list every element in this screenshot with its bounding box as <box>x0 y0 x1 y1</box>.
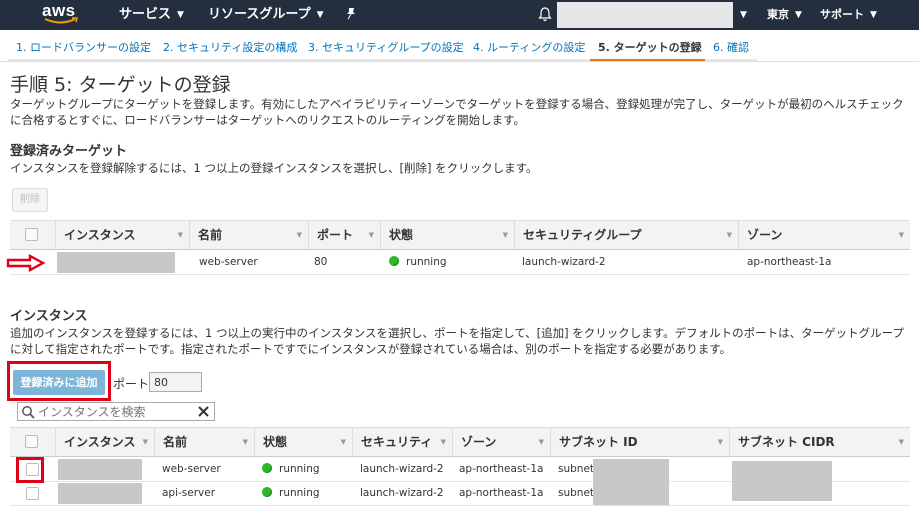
row-zone: ap-northeast-1a <box>459 463 544 475</box>
region-label: 東京 <box>767 8 789 21</box>
services-menu[interactable]: サービス ▼ <box>119 0 184 30</box>
sort-icon: ▼ <box>142 438 148 446</box>
page-intro: ターゲットグループにターゲットを登録します。有効にしたアベイラビリティーゾーンで… <box>10 97 904 127</box>
sort-icon: ▼ <box>368 231 374 239</box>
top-navigation-bar: aws サービス ▼ リソースグループ ▼ ▼ 東京 ▼ サポート ▼ <box>0 0 919 30</box>
row-port: 80 <box>314 256 328 268</box>
step-2-tab[interactable]: 2. セキュリティ設定の構成 <box>155 35 306 61</box>
row-state: running <box>262 463 320 475</box>
table-header: インスタンス ▼ 名前 ▼ ポート ▼ 状態 ▼ セキュリティグループ ▼ ゾーン ▼ <box>10 220 910 250</box>
row-security: launch-wizard-2 <box>360 463 444 475</box>
select-all-checkbox[interactable] <box>25 228 38 241</box>
instances-table: インスタンス ▼ 名前 ▼ 状態 ▼ セキュリティ ▼ ゾーン ▼ サブネット ID ▼ サ… <box>10 427 910 509</box>
add-to-registered-button[interactable]: 登録済みに追加 <box>13 370 105 395</box>
remove-button[interactable]: 削除 <box>12 188 48 212</box>
row-checkbox[interactable] <box>26 487 39 500</box>
instances-description: 追加のインスタンスを登録するには、1 つ以上の実行中のインスタンスを選択し、ポー… <box>10 326 904 356</box>
column-header[interactable]: 状態 ▼ <box>380 221 514 249</box>
table-row[interactable]: web-server 80 running launch-wizard-2 ap… <box>10 251 910 275</box>
instances-heading: インスタンス <box>10 309 88 324</box>
subnet-id-redacted <box>593 459 669 505</box>
column-header[interactable]: ゾーン ▼ <box>452 428 550 456</box>
aws-smile-icon <box>44 17 78 24</box>
port-input[interactable] <box>149 372 202 392</box>
step-5-tab[interactable]: 5. ターゲットの登録 <box>590 35 710 61</box>
sort-icon: ▼ <box>296 231 302 239</box>
column-header[interactable]: ポート ▼ <box>308 221 380 249</box>
row-name: web-server <box>162 463 221 475</box>
pin-icon[interactable] <box>344 7 358 21</box>
instance-id-redacted <box>57 252 175 273</box>
row-subnet-id: subnet- <box>558 463 598 475</box>
column-header[interactable]: インスタンス ▼ <box>55 221 189 249</box>
chevron-down-icon: ▼ <box>177 10 184 20</box>
row-security: launch-wizard-2 <box>360 487 444 499</box>
table-header: インスタンス ▼ 名前 ▼ 状態 ▼ セキュリティ ▼ ゾーン ▼ サブネット ID ▼ サ… <box>10 427 910 457</box>
wizard-steps: 1. ロードバランサーの設定 2. セキュリティ設定の構成 3. セキュリティグ… <box>0 30 919 62</box>
step-3-tab[interactable]: 3. セキュリティグループの設定 <box>300 35 472 61</box>
registered-targets-table: インスタンス ▼ 名前 ▼ ポート ▼ 状態 ▼ セキュリティグループ ▼ ゾーン ▼ we… <box>10 220 910 275</box>
running-status-icon <box>262 463 272 473</box>
sort-icon: ▼ <box>898 231 904 239</box>
instance-id-redacted <box>58 483 142 504</box>
row-name: api-server <box>162 487 216 499</box>
column-header[interactable]: ゾーン ▼ <box>738 221 910 249</box>
row-zone: ap-northeast-1a <box>459 487 544 499</box>
sort-icon: ▼ <box>177 231 183 239</box>
annotation-box <box>16 457 44 483</box>
close-icon[interactable] <box>197 405 210 418</box>
account-name-redacted[interactable] <box>557 2 733 28</box>
column-header[interactable]: サブネット CIDR ▼ <box>729 428 910 456</box>
column-header[interactable]: 名前 ▼ <box>154 428 254 456</box>
column-header[interactable]: サブネット ID ▼ <box>550 428 729 456</box>
column-header[interactable]: 名前 ▼ <box>189 221 308 249</box>
running-status-icon <box>389 256 399 266</box>
sort-icon: ▼ <box>717 438 723 446</box>
row-state: running <box>262 487 320 499</box>
red-arrow-annotation-icon <box>6 254 46 272</box>
support-label: サポート <box>820 8 864 21</box>
port-label: ポート <box>113 377 150 391</box>
page-title: 手順 5: ターゲットの登録 <box>10 74 231 96</box>
sort-icon: ▼ <box>726 231 732 239</box>
chevron-down-icon: ▼ <box>870 10 877 20</box>
sort-icon: ▼ <box>898 438 904 446</box>
row-security-group: launch-wizard-2 <box>522 256 606 268</box>
sort-icon: ▼ <box>538 438 544 446</box>
column-header[interactable]: セキュリティグループ ▼ <box>514 221 738 249</box>
registered-targets-heading: 登録済みターゲット <box>10 144 128 159</box>
subnet-cidr-redacted <box>732 461 832 501</box>
aws-logo[interactable]: aws <box>42 2 82 28</box>
running-status-icon <box>262 487 272 497</box>
row-zone: ap-northeast-1a <box>747 256 832 268</box>
step-1-tab[interactable]: 1. ロードバランサーの設定 <box>8 35 159 61</box>
search-input[interactable] <box>38 404 188 419</box>
services-label: サービス <box>119 7 172 22</box>
step-6-tab[interactable]: 6. 確認 <box>705 35 757 61</box>
region-menu[interactable]: 東京 ▼ <box>767 0 802 30</box>
resource-groups-menu[interactable]: リソースグループ ▼ <box>208 0 324 30</box>
registered-targets-description: インスタンスを登録解除するには、1 つ以上の登録インスタンスを選択し、[削除] … <box>10 161 538 175</box>
column-header[interactable]: インスタンス ▼ <box>55 428 154 456</box>
chevron-down-icon[interactable]: ▼ <box>740 0 747 30</box>
row-state: running <box>389 256 447 268</box>
sort-icon: ▼ <box>440 438 446 446</box>
row-name: web-server <box>199 256 258 268</box>
step-4-tab[interactable]: 4. ルーティングの設定 <box>465 35 594 61</box>
search-icon <box>22 406 35 419</box>
row-subnet-id: subnet- <box>558 487 598 499</box>
chevron-down-icon: ▼ <box>795 10 802 20</box>
resource-groups-label: リソースグループ <box>208 7 311 22</box>
bell-icon[interactable] <box>538 7 552 22</box>
instance-id-redacted <box>58 459 142 480</box>
instance-search[interactable] <box>17 402 215 421</box>
select-all-checkbox[interactable] <box>25 435 38 448</box>
sort-icon: ▼ <box>242 438 248 446</box>
sort-icon: ▼ <box>340 438 346 446</box>
sort-icon: ▼ <box>502 231 508 239</box>
chevron-down-icon: ▼ <box>316 10 324 20</box>
support-menu[interactable]: サポート ▼ <box>820 0 877 30</box>
column-header[interactable]: セキュリティ ▼ <box>352 428 452 456</box>
column-header[interactable]: 状態 ▼ <box>254 428 352 456</box>
